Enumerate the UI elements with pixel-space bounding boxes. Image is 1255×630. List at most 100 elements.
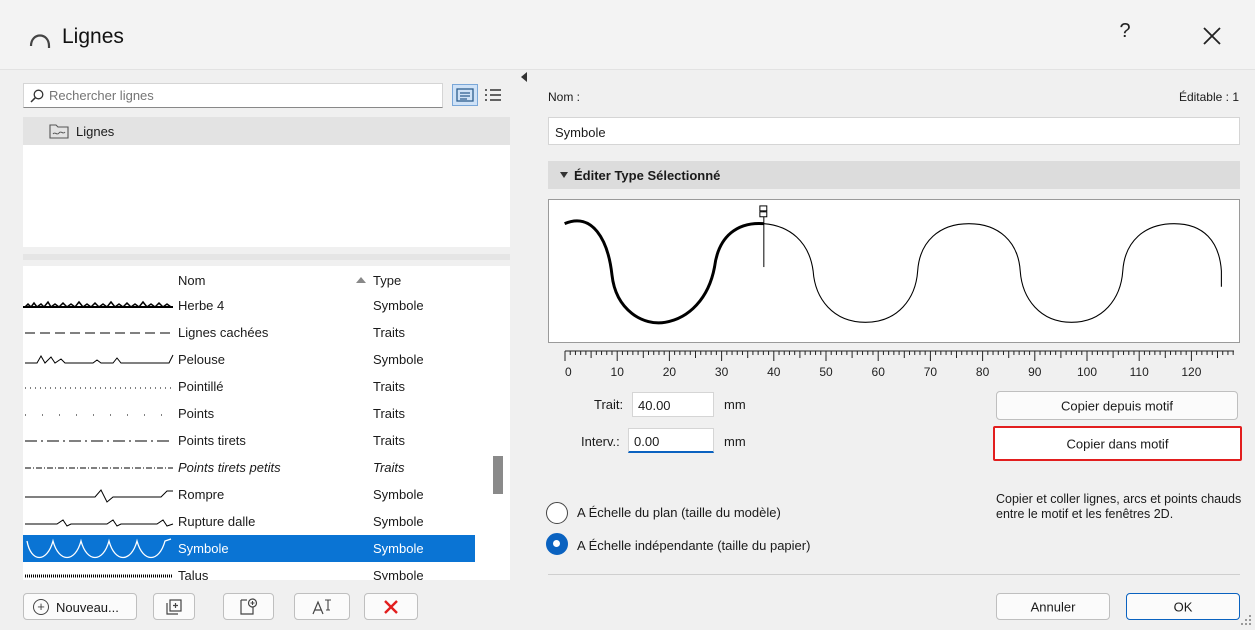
- new-folder-button[interactable]: [223, 593, 274, 620]
- rename-text-icon: [312, 598, 331, 614]
- plus-circle-icon: +: [33, 599, 49, 615]
- folder-item-lignes[interactable]: Lignes: [23, 117, 510, 145]
- list-item[interactable]: Points tirets petits Traits: [23, 454, 475, 481]
- folder-tree: Lignes: [23, 117, 510, 247]
- column-header-nom[interactable]: Nom: [178, 273, 205, 288]
- ruler-tick-label: 90: [1028, 365, 1042, 379]
- panel-splitter[interactable]: [23, 254, 510, 260]
- copy-to-pattern-button[interactable]: Copier dans motif: [993, 426, 1242, 461]
- scale-paper-radio[interactable]: [546, 533, 568, 555]
- ruler-tick-label: 100: [1077, 365, 1097, 379]
- line-name: Herbe 4: [178, 298, 225, 313]
- line-swatch-icon: [25, 574, 173, 578]
- list-item[interactable]: Rupture dalle Symbole: [23, 508, 475, 535]
- title-bar: Lignes ?: [0, 0, 1255, 70]
- duplicate-button[interactable]: [153, 593, 195, 620]
- pattern-ruler: 01020304050607080901001101201: [564, 350, 1234, 379]
- new-line-button[interactable]: + Nouveau...: [23, 593, 137, 620]
- interval-field[interactable]: [628, 428, 714, 453]
- ruler-tick-label: 80: [976, 365, 990, 379]
- rename-button[interactable]: [294, 593, 350, 620]
- line-swatch-icon: [25, 414, 173, 416]
- resize-grip-icon[interactable]: [1238, 612, 1252, 626]
- line-type: Symbole: [373, 487, 424, 502]
- ruler-tick-label: 60: [872, 365, 886, 379]
- window-title: Lignes: [62, 25, 124, 48]
- name-input[interactable]: [555, 123, 1225, 141]
- ruler-ticks: [564, 350, 1234, 361]
- help-text: Copier et coller lignes, arcs et points …: [996, 492, 1242, 521]
- line-type: Traits: [373, 325, 406, 340]
- new-folder-icon: [239, 597, 257, 615]
- help-button[interactable]: ?: [1112, 20, 1138, 50]
- line-name: Points tirets: [178, 433, 246, 448]
- line-name: Talus: [178, 568, 209, 580]
- scale-paper-label[interactable]: A Échelle indépendante (taille du papier…: [577, 538, 810, 553]
- delete-button[interactable]: [364, 593, 418, 620]
- line-name: Rupture dalle: [178, 514, 256, 529]
- tree-view-button[interactable]: [452, 84, 478, 106]
- search-field[interactable]: [23, 83, 443, 108]
- trait-field[interactable]: [632, 392, 714, 417]
- edit-section-header[interactable]: Éditer Type Sélectionné: [548, 161, 1240, 189]
- line-name: Points: [178, 406, 215, 421]
- editable-count: Éditable : 1: [1178, 90, 1239, 104]
- line-name: Lignes cachées: [178, 325, 269, 340]
- folder-label: Lignes: [76, 124, 115, 139]
- ruler-tick-label: 40: [767, 365, 781, 379]
- ok-button[interactable]: OK: [1126, 593, 1240, 620]
- chevron-down-icon: [560, 172, 568, 178]
- line-name: Points tirets petits: [178, 460, 281, 475]
- list-item[interactable]: Lignes cachées Traits: [23, 319, 475, 346]
- interval-label: Interv.:: [581, 434, 620, 449]
- scale-model-label[interactable]: A Échelle du plan (taille du modèle): [577, 505, 781, 520]
- list-item[interactable]: Pointillé Traits: [23, 373, 475, 400]
- column-header-type[interactable]: Type: [373, 273, 401, 288]
- line-type: Symbole: [373, 541, 424, 556]
- line-name: Pointillé: [178, 379, 224, 394]
- line-type: Symbole: [373, 298, 424, 313]
- tree-view-icon: [456, 88, 474, 102]
- line-swatch-icon: [25, 332, 173, 334]
- list-item[interactable]: Talus Symbole: [23, 562, 475, 580]
- list-item-selected[interactable]: Symbole Symbole: [23, 535, 475, 562]
- line-swatch-icon: [23, 300, 173, 309]
- collapse-panel-icon[interactable]: [521, 72, 527, 82]
- line-type: Traits: [373, 406, 406, 421]
- ok-label: OK: [1173, 599, 1193, 614]
- pattern-preview[interactable]: [548, 199, 1240, 343]
- line-name: Pelouse: [178, 352, 225, 367]
- line-swatch-icon: [25, 354, 174, 364]
- list-item[interactable]: Herbe 4 Symbole: [23, 292, 475, 319]
- scrollbar-thumb[interactable]: [493, 456, 503, 494]
- line-type: Traits: [373, 433, 406, 448]
- name-label: Nom :: [548, 90, 581, 104]
- line-type: Symbole: [373, 514, 424, 529]
- line-type-list: Nom Type Herbe 4 Symbole Lignes cachées …: [23, 266, 510, 580]
- ruler-tick-label: 120: [1181, 365, 1201, 379]
- search-input[interactable]: [49, 86, 429, 105]
- list-view-icon[interactable]: [482, 84, 504, 106]
- ruler-tick-label: 20: [663, 365, 677, 379]
- line-swatch-icon: [25, 489, 173, 503]
- trait-input[interactable]: [638, 396, 708, 414]
- list-item[interactable]: Points Traits: [23, 400, 475, 427]
- cancel-button[interactable]: Annuler: [996, 593, 1110, 620]
- list-item[interactable]: Pelouse Symbole: [23, 346, 475, 373]
- scale-model-radio[interactable]: [546, 502, 568, 524]
- trait-label: Trait:: [594, 397, 624, 412]
- line-swatch-icon: [25, 440, 173, 442]
- copy-from-pattern-button[interactable]: Copier depuis motif: [996, 391, 1238, 420]
- section-title: Éditer Type Sélectionné: [574, 168, 721, 183]
- radio-dot: [553, 540, 560, 547]
- name-field[interactable]: [548, 117, 1240, 145]
- cancel-label: Annuler: [1030, 599, 1076, 614]
- close-icon[interactable]: [1198, 22, 1226, 50]
- ruler-tick-label: 30: [715, 365, 729, 379]
- folder-icon: [49, 124, 69, 139]
- list-scrollbar[interactable]: [485, 292, 510, 580]
- interval-input[interactable]: [634, 432, 704, 450]
- list-item[interactable]: Points tirets Traits: [23, 427, 475, 454]
- list-item[interactable]: Rompre Symbole: [23, 481, 475, 508]
- ruler-tick-label: 50: [819, 365, 833, 379]
